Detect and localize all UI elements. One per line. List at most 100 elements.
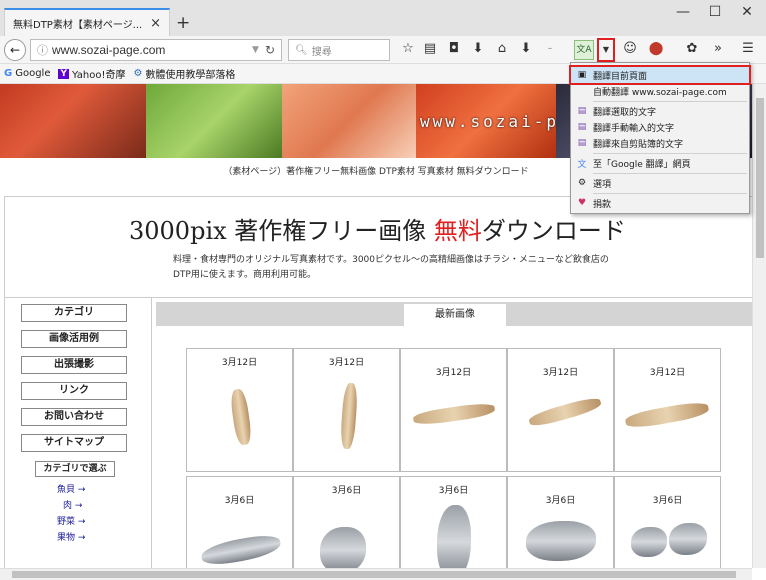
search-input[interactable]: 🔍︎ 搜尋 <box>288 39 390 61</box>
emoji-icon[interactable]: ☺ <box>620 41 640 56</box>
back-arrow-icon[interactable]: ← <box>4 39 26 61</box>
menu-item-options[interactable]: ⚙ 選項 <box>571 175 749 191</box>
heart-icon: ♥ <box>577 198 587 208</box>
image-date: 3月12日 <box>221 358 258 368</box>
category-link-fruit[interactable]: 果物 → <box>57 530 85 543</box>
image-cell[interactable]: 3月12日 <box>614 348 721 472</box>
image-cell[interactable]: 3月6日 <box>293 476 400 568</box>
sidebar-button-category[interactable]: カテゴリ <box>21 304 127 322</box>
image-cell[interactable]: 3月6日 <box>186 476 293 568</box>
translate-icon: ▤ <box>577 138 587 148</box>
bookmark-yahoo[interactable]: Y Yahoo!奇摩 <box>58 66 125 81</box>
menu-separator <box>593 193 747 194</box>
url-dropdown-icon[interactable]: ▼ <box>252 45 259 55</box>
fish-image <box>669 523 707 555</box>
category-link-meat[interactable]: 肉 → <box>63 498 82 511</box>
navigation-bar: ← ⓘ www.sozai-page.com ▼ ↻ 🔍︎ 搜尋 ☆ ▤ ◘ ⬇… <box>0 36 766 64</box>
fish-image <box>437 505 471 568</box>
addon-download-icon[interactable]: ⬇ <box>516 41 536 56</box>
category-link-vegetable[interactable]: 野菜 → <box>57 514 85 527</box>
menu-item-label: 翻譯選取的文字 <box>593 107 657 118</box>
url-bar[interactable]: ⓘ www.sozai-page.com ▼ ↻ <box>30 39 282 61</box>
sidebar-button-link[interactable]: リンク <box>21 382 127 400</box>
scrollbar-thumb[interactable] <box>12 571 736 578</box>
driftwood-image <box>527 395 603 429</box>
google-translate-icon: 文 <box>577 159 587 170</box>
reload-icon[interactable]: ↻ <box>265 43 275 57</box>
image-cell[interactable]: 3月6日 <box>507 476 614 568</box>
sidebar: カテゴリ 画像活用例 出張撮影 リンク お問い合わせ サイトマップ カテゴリで選… <box>4 298 152 568</box>
category-select-label[interactable]: カテゴリで選ぶ <box>35 461 115 477</box>
search-icon: 🔍︎ <box>295 44 308 56</box>
hamburger-menu-icon[interactable]: ☰ <box>738 41 758 56</box>
sidebar-button-photo-trip[interactable]: 出張撮影 <box>21 356 127 374</box>
menu-item-auto-translate[interactable]: 自動翻譯 www.sozai-page.com <box>571 83 749 99</box>
translate-icon: ▤ <box>577 106 587 116</box>
sidebar-button-usage[interactable]: 画像活用例 <box>21 330 127 348</box>
category-link-seafood[interactable]: 魚貝 → <box>57 482 85 495</box>
page-title: 3000pix 著作権フリー画像 無料ダウンロード <box>129 211 626 246</box>
extension-icon[interactable]: ✿ <box>682 41 702 56</box>
minimize-icon[interactable]: — <box>668 4 698 20</box>
menu-item-google-translate[interactable]: 文 至「Google 翻譯」網頁 <box>571 155 749 171</box>
menu-separator <box>593 101 747 102</box>
info-icon[interactable]: ⓘ <box>37 42 48 58</box>
driftwood-image <box>339 382 359 450</box>
bookmark-google[interactable]: G Google <box>4 68 50 79</box>
horizontal-scrollbar[interactable] <box>0 568 752 580</box>
main-area: 最新画像 3月12日 3月12日 3月12日 3月12日 3月12日 3月6日 … <box>156 298 752 568</box>
scrollbar-thumb[interactable] <box>756 98 764 258</box>
download-icon[interactable]: ⬇ <box>468 41 488 56</box>
driftwood-image <box>624 399 710 431</box>
vertical-scrollbar[interactable] <box>752 84 766 568</box>
menu-item-label: 翻譯來自剪貼簿的文字 <box>593 139 684 150</box>
new-tab-icon[interactable]: + <box>176 13 190 33</box>
menu-separator <box>593 153 747 154</box>
banner-shrimp-image <box>282 84 416 158</box>
image-cell[interactable]: 3月12日 <box>400 348 507 472</box>
close-window-icon[interactable]: ✕ <box>732 4 762 20</box>
adblock-icon[interactable]: ⬤ <box>646 41 666 56</box>
browser-tab[interactable]: 無料DTP素材【素材ページ... × <box>4 8 170 36</box>
image-cell[interactable]: 3月12日 <box>507 348 614 472</box>
tab-close-icon[interactable]: × <box>150 16 161 31</box>
image-date: 3月6日 <box>224 496 255 506</box>
menu-item-translate-selection[interactable]: ▤ 翻譯選取的文字 <box>571 103 749 119</box>
image-date: 3月12日 <box>542 368 579 378</box>
pocket-icon[interactable]: ◘ <box>444 41 464 56</box>
home-icon[interactable]: ⌂ <box>492 41 512 56</box>
menu-item-translate-page[interactable]: ▣ 翻譯目前頁面 <box>569 65 751 85</box>
image-date: 3月6日 <box>545 496 576 506</box>
menu-item-label: 翻譯目前頁面 <box>593 71 648 82</box>
image-cell[interactable]: 3月6日 <box>614 476 721 568</box>
fish-image <box>199 532 283 568</box>
menu-item-translate-manual[interactable]: ▤ 翻譯手動輸入的文字 <box>571 119 749 135</box>
maximize-icon[interactable]: ☐ <box>700 4 730 20</box>
banner-lettuce-image <box>146 84 282 158</box>
url-text[interactable]: www.sozai-page.com <box>52 43 252 57</box>
menu-item-donate[interactable]: ♥ 捐款 <box>571 195 749 211</box>
fish-image <box>320 527 366 568</box>
image-date: 3月12日 <box>328 358 365 368</box>
sidebar-button-sitemap[interactable]: サイトマップ <box>21 434 127 452</box>
image-date: 3月6日 <box>652 496 683 506</box>
image-cell[interactable]: 3月12日 <box>293 348 400 472</box>
bookmark-label: Yahoo!奇摩 <box>72 70 126 81</box>
banner-text: www.sozai-p <box>420 112 559 131</box>
tab-title: 無料DTP素材【素材ページ... <box>13 19 143 31</box>
bookmark-star-icon[interactable]: ☆ <box>398 41 418 56</box>
image-cell[interactable]: 3月6日 <box>400 476 507 568</box>
yahoo-icon: Y <box>58 68 70 79</box>
translate-icon: ▤ <box>577 122 587 132</box>
tab-latest-images[interactable]: 最新画像 <box>404 304 506 326</box>
bookmark-blog[interactable]: ⚙ 數體使用教學部落格 <box>133 66 235 81</box>
overflow-chevron-icon[interactable]: » <box>708 41 728 56</box>
sidebar-button-contact[interactable]: お問い合わせ <box>21 408 127 426</box>
translate-dropdown-button[interactable]: ▼ <box>597 38 615 62</box>
image-cell[interactable]: 3月12日 <box>186 348 293 472</box>
menu-item-translate-clipboard[interactable]: ▤ 翻譯來自剪貼簿的文字 <box>571 135 749 151</box>
doc-icon: ▣ <box>577 70 587 80</box>
reading-list-icon[interactable]: ▤ <box>420 41 440 56</box>
translate-addon-icon[interactable]: 文A <box>574 40 594 60</box>
banner-tomato-image <box>0 84 146 158</box>
